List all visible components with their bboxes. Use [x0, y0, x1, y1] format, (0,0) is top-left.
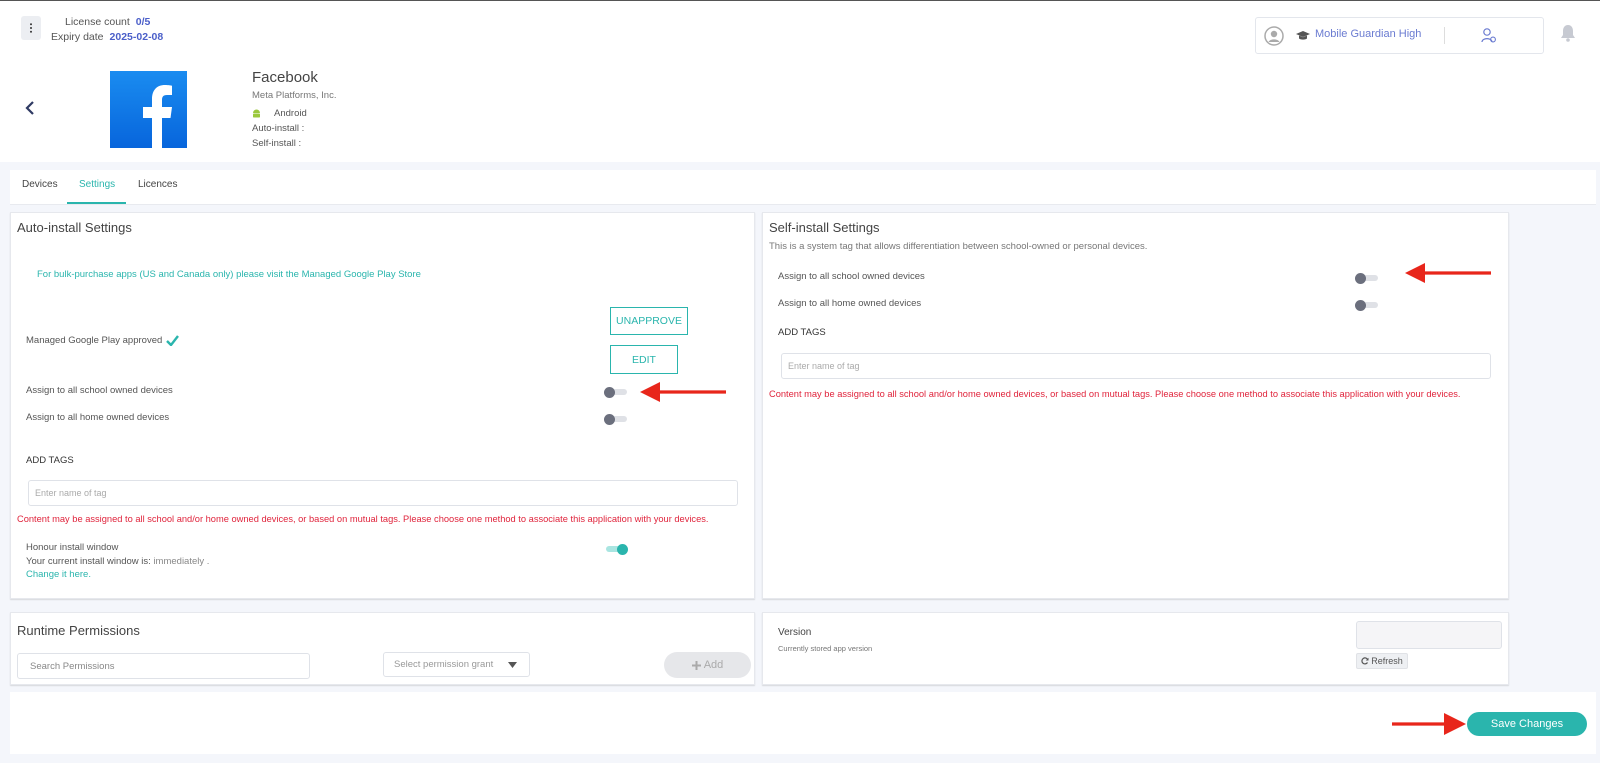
managed-play-store-link[interactable]: Managed Google Play Store: [302, 269, 421, 280]
auto-school-label: Assign to all school owned devices: [26, 385, 173, 396]
install-window-text: Your current install window is: immediat…: [26, 556, 209, 567]
auto-add-tags-label: ADD TAGS: [26, 455, 74, 466]
top-bar: License count 0/5 Expiry date 2025-02-08 M…: [0, 0, 1600, 60]
install-window-prefix: Your current install window is:: [26, 556, 154, 567]
divider: [1444, 27, 1445, 44]
managed-approved-row: Managed Google Play approved: [26, 335, 180, 346]
self-school-label: Assign to all school owned devices: [778, 271, 925, 282]
version-card: Version Currently stored app version Ref…: [762, 612, 1509, 685]
annotation-arrow-self-school: [1405, 263, 1491, 283]
plus-icon: [691, 660, 701, 670]
auto-home-toggle[interactable]: [604, 413, 628, 425]
version-field[interactable]: [1356, 621, 1502, 649]
self-install-label: Self-install :: [252, 138, 302, 149]
footer-area: [10, 692, 1596, 754]
honour-window-label: Honour install window: [26, 542, 119, 553]
license-count-value: 0/5: [135, 16, 151, 28]
notification-bell-icon[interactable]: [1560, 24, 1576, 42]
kebab-icon: [30, 23, 32, 33]
self-home-toggle[interactable]: [1355, 299, 1379, 311]
checkmark-icon: [166, 335, 180, 346]
install-window-value: immediately: [153, 556, 205, 567]
facebook-logo-icon: [110, 71, 187, 148]
auto-home-label: Assign to all home owned devices: [26, 412, 170, 423]
user-avatar-icon: [1264, 26, 1284, 46]
more-menu-button[interactable]: [21, 16, 41, 40]
active-tab-indicator: [67, 202, 126, 204]
tab-devices[interactable]: Devices: [22, 179, 58, 190]
save-changes-button[interactable]: Save Changes: [1467, 712, 1587, 736]
chevron-down-icon: [508, 662, 517, 668]
app-header: Facebook Meta Platforms, Inc. Android Au…: [0, 60, 1600, 162]
auto-install-label: Auto-install :: [252, 123, 305, 134]
self-add-tags-label: ADD TAGS: [778, 327, 826, 338]
runtime-permissions-title: Runtime Permissions: [17, 623, 140, 638]
auto-install-title: Auto-install Settings: [17, 220, 132, 235]
self-install-description: This is a system tag that allows differe…: [769, 241, 1148, 252]
add-permission-label: Add: [703, 659, 724, 671]
self-tag-input[interactable]: Enter name of tag: [781, 353, 1491, 379]
self-install-card: Self-install Settings This is a system t…: [762, 212, 1509, 599]
self-school-toggle[interactable]: [1355, 272, 1379, 284]
annotation-arrow-auto-school: [640, 382, 726, 402]
graduation-cap-icon: [1296, 31, 1310, 40]
annotation-arrow-save: [1392, 713, 1466, 735]
permission-grant-placeholder: Select permission grant: [394, 659, 494, 670]
tab-licences[interactable]: Licences: [138, 179, 177, 190]
license-count-label: License count: [65, 16, 130, 28]
search-permissions-input[interactable]: Search Permissions: [17, 653, 310, 679]
android-icon: [253, 109, 260, 118]
app-platform: Android: [252, 108, 336, 119]
school-name: Mobile Guardian High: [1315, 28, 1422, 40]
self-warning-text: Content may be assigned to all school an…: [769, 389, 1461, 399]
user-settings-icon[interactable]: [1481, 27, 1497, 44]
auto-warning-text: Content may be assigned to all school an…: [17, 514, 709, 524]
expiry-date-value: 2025-02-08: [109, 31, 164, 43]
auto-install-card: Auto-install Settings For bulk-purchase …: [10, 212, 755, 599]
refresh-label: Refresh: [1371, 656, 1403, 666]
runtime-permissions-card: Runtime Permissions Search Permissions S…: [10, 612, 755, 685]
version-label: Version: [778, 627, 812, 638]
honour-window-toggle[interactable]: [604, 543, 628, 555]
change-window-link[interactable]: Change it here.: [26, 569, 91, 580]
account-box[interactable]: Mobile Guardian High: [1255, 17, 1544, 54]
managed-approved-label: Managed Google Play approved: [26, 335, 163, 346]
tab-settings[interactable]: Settings: [79, 179, 115, 190]
unapprove-button[interactable]: UNAPPROVE: [610, 307, 688, 335]
auto-school-toggle[interactable]: [604, 386, 628, 398]
version-sublabel: Currently stored app version: [778, 644, 873, 653]
back-chevron-icon[interactable]: [25, 101, 35, 115]
self-install-title: Self-install Settings: [769, 220, 880, 235]
install-window-suffix: .: [204, 556, 210, 567]
app-vendor: Meta Platforms, Inc.: [252, 90, 337, 101]
tab-bar: Devices Settings Licences: [10, 170, 1596, 205]
add-permission-button[interactable]: Add: [664, 652, 751, 678]
refresh-button[interactable]: Refresh: [1356, 653, 1408, 669]
app-info: Facebook Meta Platforms, Inc. Android Au…: [252, 69, 336, 153]
self-home-label: Assign to all home owned devices: [778, 298, 922, 309]
bulk-purchase-text: For bulk-purchase apps (US and Canada on…: [37, 269, 302, 280]
license-info: License count 0/5 Expiry date 2025-02-08: [51, 15, 163, 45]
bulk-purchase-notice: For bulk-purchase apps (US and Canada on…: [37, 269, 421, 280]
permission-grant-select[interactable]: Select permission grant: [383, 652, 530, 677]
platform-label: Android: [274, 108, 307, 119]
refresh-icon: [1361, 657, 1369, 665]
expiry-date-label: Expiry date: [51, 31, 104, 43]
edit-button[interactable]: EDIT: [610, 345, 678, 374]
auto-tag-input[interactable]: Enter name of tag: [28, 480, 738, 506]
app-name: Facebook: [252, 69, 318, 86]
